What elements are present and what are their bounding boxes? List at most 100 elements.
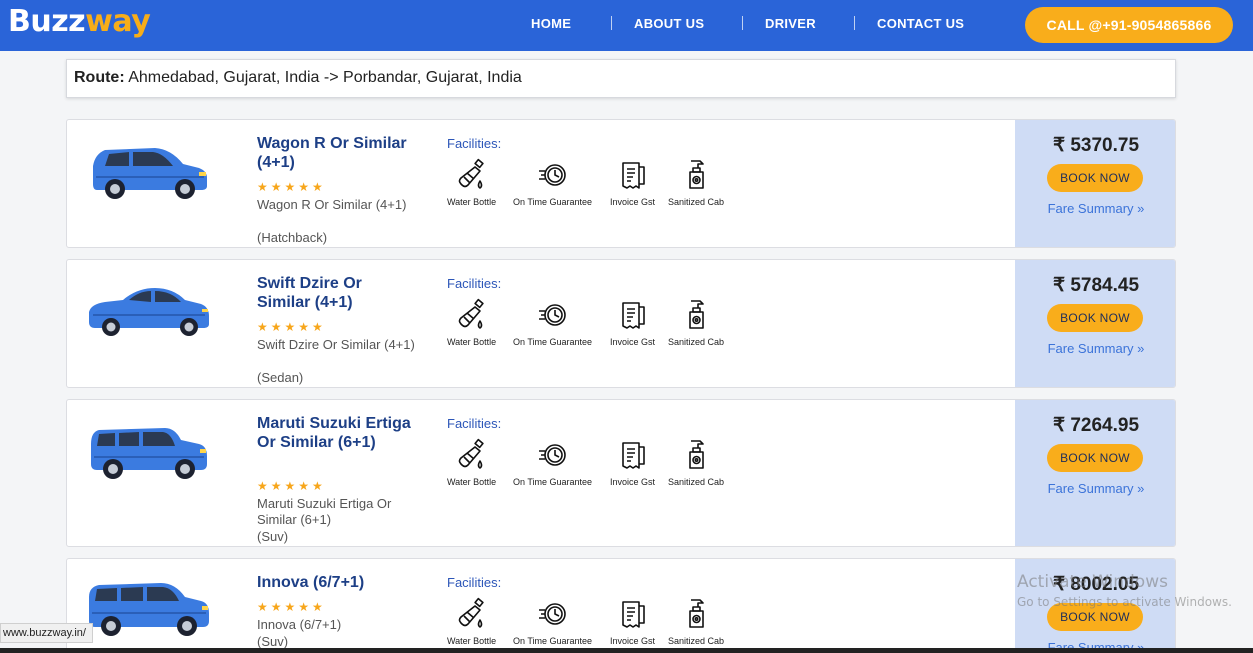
mpv-car-icon — [89, 583, 209, 636]
car-description: Swift Dzire Or Similar (4+1) — [257, 337, 415, 352]
sanitizer-icon — [680, 438, 712, 472]
car-type: (Suv) — [257, 529, 289, 544]
sanitizer-icon — [680, 158, 712, 192]
facility-invoice: Invoice Gst — [610, 158, 655, 207]
nav-divider — [611, 16, 612, 30]
facility-label: On Time Guarantee — [513, 337, 593, 347]
rating-stars: ★★★★★ — [257, 479, 326, 493]
facility-label: Invoice Gst — [610, 197, 656, 207]
car-card: Swift Dzire Or Similar (4+1) ★★★★★ Swift… — [66, 259, 1176, 388]
car-description: Innova (6/7+1) — [257, 617, 342, 632]
price: ₹ 5784.45 — [1052, 275, 1140, 296]
price-panel: ₹ 5370.75 BOOK NOW Fare Summary » — [1015, 120, 1175, 247]
activate-windows-watermark: Activate Windows Go to Settings to activ… — [1017, 572, 1232, 609]
logo[interactable]: Buzzway — [8, 4, 151, 39]
price-panel: ₹ 5784.45 BOOK NOW Fare Summary » — [1015, 260, 1175, 387]
car-type: (Suv) — [257, 634, 289, 649]
car-description: Wagon R Or Similar (4+1) — [257, 197, 407, 212]
car-name: Wagon R Or Similar (4+1) — [257, 135, 407, 171]
facility-label: Invoice Gst — [610, 636, 656, 646]
sedan-car-icon — [89, 288, 209, 336]
facility-on-time: On Time Guarantee — [513, 158, 592, 207]
facility-water-bottle: Water Bottle — [447, 438, 496, 487]
invoice-icon — [617, 158, 649, 192]
price: ₹ 7264.95 — [1052, 415, 1140, 436]
rating-stars: ★★★★★ — [257, 600, 326, 614]
call-button[interactable]: CALL @+91-9054865866 — [1025, 7, 1233, 43]
invoice-icon — [617, 597, 649, 631]
facility-label: Invoice Gst — [610, 477, 656, 487]
clock-icon — [537, 298, 569, 332]
facility-label: Water Bottle — [447, 636, 497, 646]
car-name: Swift Dzire Or Similar (4+1) — [257, 275, 362, 311]
facility-label: Sanitized Cab — [668, 337, 725, 347]
water-bottle-icon — [456, 438, 488, 472]
facility-sanitized: Sanitized Cab — [668, 158, 724, 207]
facility-label: On Time Guarantee — [513, 477, 593, 487]
facility-invoice: Invoice Gst — [610, 597, 655, 646]
car-card: Innova (6/7+1) ★★★★★ Innova (6/7+1) (Suv… — [66, 558, 1176, 653]
watermark-subtitle: Go to Settings to activate Windows. — [1017, 595, 1232, 609]
car-name: Maruti Suzuki Ertiga Or Similar (6+1) — [257, 415, 411, 451]
invoice-icon — [617, 438, 649, 472]
facilities-title: Facilities: — [447, 276, 502, 291]
facility-on-time: On Time Guarantee — [513, 438, 592, 487]
facility-label: Invoice Gst — [610, 337, 656, 347]
book-now-button[interactable]: BOOK NOW — [1047, 444, 1143, 472]
book-now-button[interactable]: BOOK NOW — [1047, 304, 1143, 332]
facility-label: On Time Guarantee — [513, 197, 593, 207]
facility-invoice: Invoice Gst — [610, 298, 655, 347]
car-description: Maruti Suzuki Ertiga Or Similar (6+1) — [257, 496, 392, 527]
fare-summary-link[interactable]: Fare Summary » — [1015, 341, 1175, 356]
sanitizer-icon — [680, 298, 712, 332]
water-bottle-icon — [456, 298, 488, 332]
status-bar-url: www.buzzway.in/ — [0, 623, 93, 643]
hatchback-car-icon — [93, 148, 207, 199]
nav-contact-us[interactable]: CONTACT US — [877, 16, 964, 31]
invoice-icon — [617, 298, 649, 332]
car-name: Innova (6/7+1) — [257, 574, 365, 591]
rating-stars: ★★★★★ — [257, 320, 326, 334]
nav-driver[interactable]: DRIVER — [765, 16, 816, 31]
price: ₹ 5370.75 — [1052, 135, 1140, 156]
facilities-title: Facilities: — [447, 136, 502, 151]
nav-home[interactable]: HOME — [531, 16, 571, 31]
facilities-title: Facilities: — [447, 416, 502, 431]
clock-icon — [537, 158, 569, 192]
route-label: Route: — [74, 69, 125, 86]
facility-label: On Time Guarantee — [513, 636, 593, 646]
clock-icon — [537, 597, 569, 631]
clock-icon — [537, 438, 569, 472]
facility-label: Sanitized Cab — [668, 636, 725, 646]
logo-text-buzz: Buzz — [8, 4, 86, 39]
facility-sanitized: Sanitized Cab — [668, 298, 724, 347]
book-now-button[interactable]: BOOK NOW — [1047, 164, 1143, 192]
top-navbar: Buzzway HOME ABOUT US DRIVER CONTACT US … — [0, 0, 1253, 51]
facility-on-time: On Time Guarantee — [513, 597, 592, 646]
facility-sanitized: Sanitized Cab — [668, 438, 724, 487]
logo-text-way: way — [85, 4, 151, 39]
facilities-title: Facilities: — [447, 575, 502, 590]
car-card: Wagon R Or Similar (4+1) ★★★★★ Wagon R O… — [66, 119, 1176, 248]
suv-car-icon — [91, 428, 207, 479]
facility-label: Sanitized Cab — [668, 197, 725, 207]
facility-label: Water Bottle — [447, 337, 497, 347]
fare-summary-link[interactable]: Fare Summary » — [1015, 481, 1175, 496]
watermark-title: Activate Windows — [1017, 572, 1168, 592]
price-panel: ₹ 7264.95 BOOK NOW Fare Summary » — [1015, 400, 1175, 546]
facility-water-bottle: Water Bottle — [447, 298, 496, 347]
nav-divider — [854, 16, 855, 30]
nav-about-us[interactable]: ABOUT US — [634, 16, 704, 31]
fare-summary-link[interactable]: Fare Summary » — [1015, 201, 1175, 216]
taskbar-edge — [0, 648, 1253, 653]
rating-stars: ★★★★★ — [257, 180, 326, 194]
facility-invoice: Invoice Gst — [610, 438, 655, 487]
facility-on-time: On Time Guarantee — [513, 298, 592, 347]
facility-label: Water Bottle — [447, 197, 497, 207]
route-box: Route: Ahmedabad, Gujarat, India -> Porb… — [66, 59, 1176, 98]
route-value: Ahmedabad, Gujarat, India -> Porbandar, … — [128, 69, 522, 86]
facility-label: Water Bottle — [447, 477, 497, 487]
water-bottle-icon — [456, 597, 488, 631]
facility-water-bottle: Water Bottle — [447, 158, 496, 207]
car-type: (Sedan) — [257, 370, 304, 385]
